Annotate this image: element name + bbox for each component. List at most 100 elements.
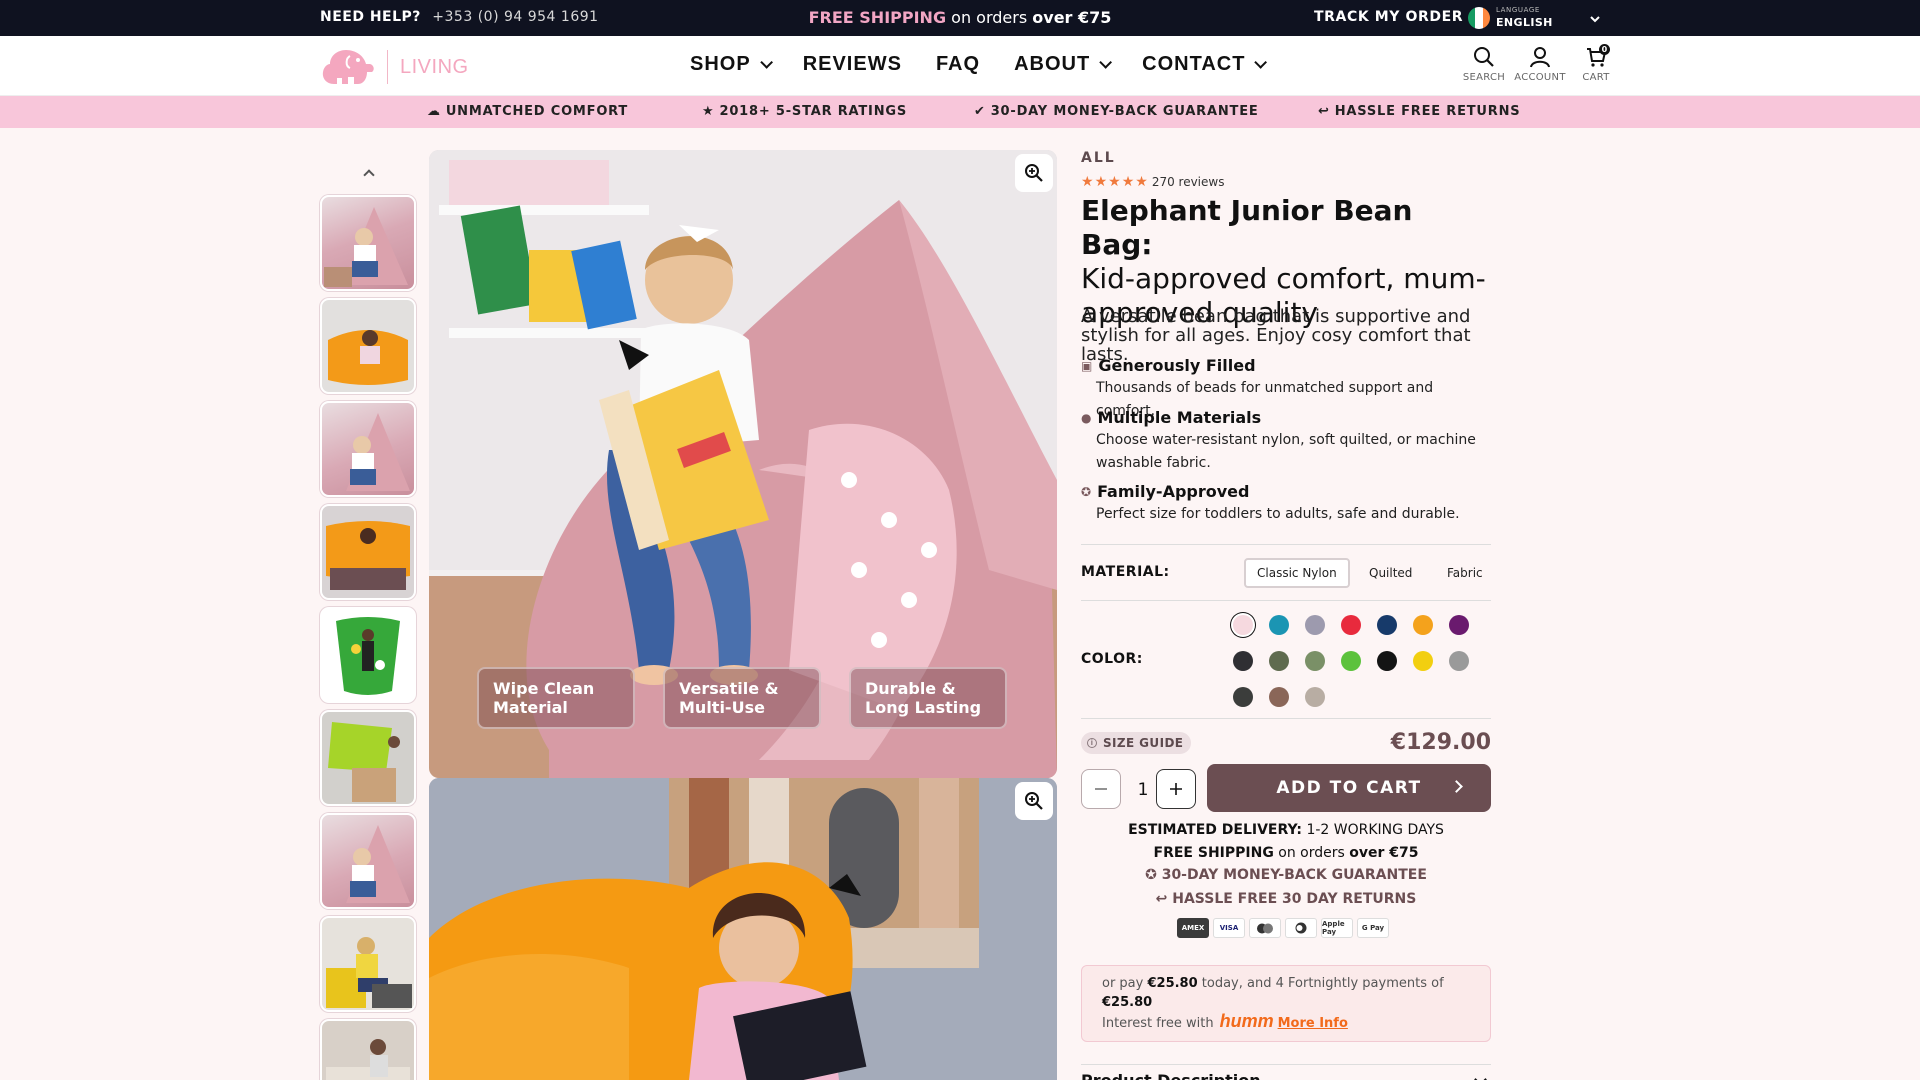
color-swatch[interactable] xyxy=(1269,651,1289,671)
star-icon: ★ xyxy=(1108,174,1121,190)
product-photo-girl-orange-beanbag xyxy=(429,778,1057,1080)
thumbnail-7[interactable] xyxy=(320,813,416,909)
minus-icon xyxy=(1095,788,1107,790)
color-swatch[interactable] xyxy=(1413,651,1433,671)
thumbnail-9[interactable] xyxy=(320,1019,416,1080)
mastercard-icon xyxy=(1249,918,1281,938)
feature-family-approved: ✪ Family-Approved Perfect size for toddle… xyxy=(1081,482,1491,526)
feature-tag-line: Versatile & xyxy=(679,679,779,698)
free-shipping-note: FREE SHIPPING on orders over €75 xyxy=(1081,845,1491,861)
nav-about[interactable]: ABOUT xyxy=(1014,53,1113,76)
color-swatch[interactable] xyxy=(1449,615,1469,635)
nav-faq[interactable]: FAQ xyxy=(936,53,980,76)
color-swatch[interactable] xyxy=(1413,615,1433,635)
product-image-main[interactable]: Wipe Clean Material Versatile & Multi-Us… xyxy=(429,150,1057,778)
color-swatch[interactable] xyxy=(1341,615,1361,635)
quantity-increase-button[interactable] xyxy=(1156,769,1196,809)
free-shipping-highlight: FREE SHIPPING xyxy=(808,8,947,27)
product-image-secondary[interactable] xyxy=(429,778,1057,1080)
humm-more-info-link[interactable]: More Info xyxy=(1278,1016,1348,1031)
color-swatch[interactable] xyxy=(1305,651,1325,671)
thumbnail-6[interactable] xyxy=(320,710,416,806)
quantity-value[interactable]: 1 xyxy=(1137,780,1149,800)
color-label: COLOR: xyxy=(1081,651,1143,667)
info-icon: i xyxy=(1087,738,1097,748)
color-swatch[interactable] xyxy=(1341,651,1361,671)
star-icon: ★ xyxy=(1135,174,1148,190)
size-guide-button[interactable]: i SIZE GUIDE xyxy=(1081,732,1192,754)
zoom-button[interactable] xyxy=(1015,782,1053,820)
logo-text: LIVING xyxy=(400,56,469,78)
thumbnail-7-image xyxy=(346,825,410,903)
top-utility-bar: NEED HELP? +353 (0) 94 954 1691 FREE SHI… xyxy=(0,0,1920,36)
feature-body: Perfect size for toddlers to adults, saf… xyxy=(1096,506,1460,522)
rating-summary[interactable]: ★ ★ ★ ★ ★ 270 reviews xyxy=(1081,174,1224,190)
review-count: 270 reviews xyxy=(1151,175,1225,189)
zoom-button[interactable] xyxy=(1015,154,1053,192)
search-label: SEARCH xyxy=(1462,72,1506,83)
nav-shop[interactable]: SHOP xyxy=(690,53,773,76)
thumbnails-scroll-up-button[interactable] xyxy=(362,166,376,180)
color-swatch[interactable] xyxy=(1269,615,1289,635)
delivery-value: 1-2 WORKING DAYS xyxy=(1302,822,1444,838)
ireland-flag-icon xyxy=(1468,7,1490,29)
humm-logo: humm xyxy=(1219,1011,1274,1031)
thumbnail-8[interactable] xyxy=(320,916,416,1012)
feature-title: Family-Approved xyxy=(1097,482,1250,501)
material-option-quilted[interactable]: Quilted xyxy=(1356,558,1425,588)
color-swatch[interactable] xyxy=(1233,651,1253,671)
breadcrumb[interactable]: ALL xyxy=(1081,150,1116,166)
cart-button[interactable]: 0 CART xyxy=(1568,44,1624,83)
nav-contact[interactable]: CONTACT xyxy=(1142,53,1268,76)
divider xyxy=(1081,718,1491,719)
search-button[interactable]: SEARCH xyxy=(1456,46,1512,83)
star-icon: ★ xyxy=(702,104,715,119)
color-swatch[interactable] xyxy=(1305,687,1325,707)
quantity-decrease-button[interactable] xyxy=(1081,769,1121,809)
account-button[interactable]: ACCOUNT xyxy=(1512,46,1568,83)
feature-title: Multiple Materials xyxy=(1097,408,1262,427)
header-actions: SEARCH ACCOUNT 0 CART xyxy=(1456,44,1624,83)
thumbnail-3[interactable] xyxy=(320,401,416,497)
product-description-accordion[interactable]: Product Description xyxy=(1081,1064,1491,1080)
elephant-logo-icon xyxy=(322,50,374,84)
color-swatch[interactable] xyxy=(1233,687,1253,707)
star-icon: ★ xyxy=(1094,174,1108,190)
add-to-cart-button[interactable]: ADD TO CART xyxy=(1207,764,1491,812)
color-swatch[interactable] xyxy=(1449,651,1469,671)
benefit-comfort: ☁ UNMATCHED COMFORT xyxy=(427,104,628,119)
thumbnail-2-image xyxy=(328,330,408,385)
color-swatch[interactable] xyxy=(1233,615,1253,635)
track-order-link[interactable]: TRACK MY ORDER xyxy=(1314,9,1463,25)
color-swatch[interactable] xyxy=(1377,615,1397,635)
thumbnail-2[interactable] xyxy=(320,298,416,394)
color-swatch[interactable] xyxy=(1269,687,1289,707)
material-label: MATERIAL: xyxy=(1081,564,1170,580)
site-logo[interactable]: LIVING xyxy=(320,44,470,88)
fabric-icon: ● xyxy=(1081,410,1092,425)
humm-prefix: or pay xyxy=(1102,976,1148,991)
nav-reviews[interactable]: REVIEWS xyxy=(803,53,902,76)
search-icon xyxy=(1474,47,1494,67)
cart-label: CART xyxy=(1582,72,1610,83)
language-selector[interactable]: LANGUAGE ENGLISH xyxy=(1468,6,1604,30)
payment-methods: AMEX VISA Apple Pay G Pay xyxy=(1177,918,1389,938)
material-option-classic-nylon[interactable]: Classic Nylon xyxy=(1244,558,1350,588)
color-swatch[interactable] xyxy=(1377,651,1397,671)
thumbnail-1[interactable] xyxy=(320,195,416,291)
thumbnail-5[interactable] xyxy=(320,607,416,703)
thumbnail-1-image xyxy=(324,207,408,287)
color-swatch[interactable] xyxy=(1305,615,1325,635)
guarantee-text: 30-DAY MONEY-BACK GUARANTEE xyxy=(1161,867,1427,883)
thumbnail-4[interactable] xyxy=(320,504,416,600)
feature-tag-line: Multi-Use xyxy=(679,698,765,717)
feature-tag-line: Wipe Clean xyxy=(493,679,595,698)
money-back-guarantee: ✪ 30-DAY MONEY-BACK GUARANTEE xyxy=(1081,867,1491,883)
feature-tag-line: Material xyxy=(493,698,568,717)
nav-reviews-label: REVIEWS xyxy=(802,53,902,75)
cart-count-badge: 0 xyxy=(1599,44,1610,55)
thumbnail-6-image xyxy=(328,722,400,802)
nav-about-label: ABOUT xyxy=(1014,53,1091,75)
benefit-guarantee-label: 30-DAY MONEY-BACK GUARANTEE xyxy=(990,104,1259,119)
material-option-fabric[interactable]: Fabric xyxy=(1434,558,1496,588)
